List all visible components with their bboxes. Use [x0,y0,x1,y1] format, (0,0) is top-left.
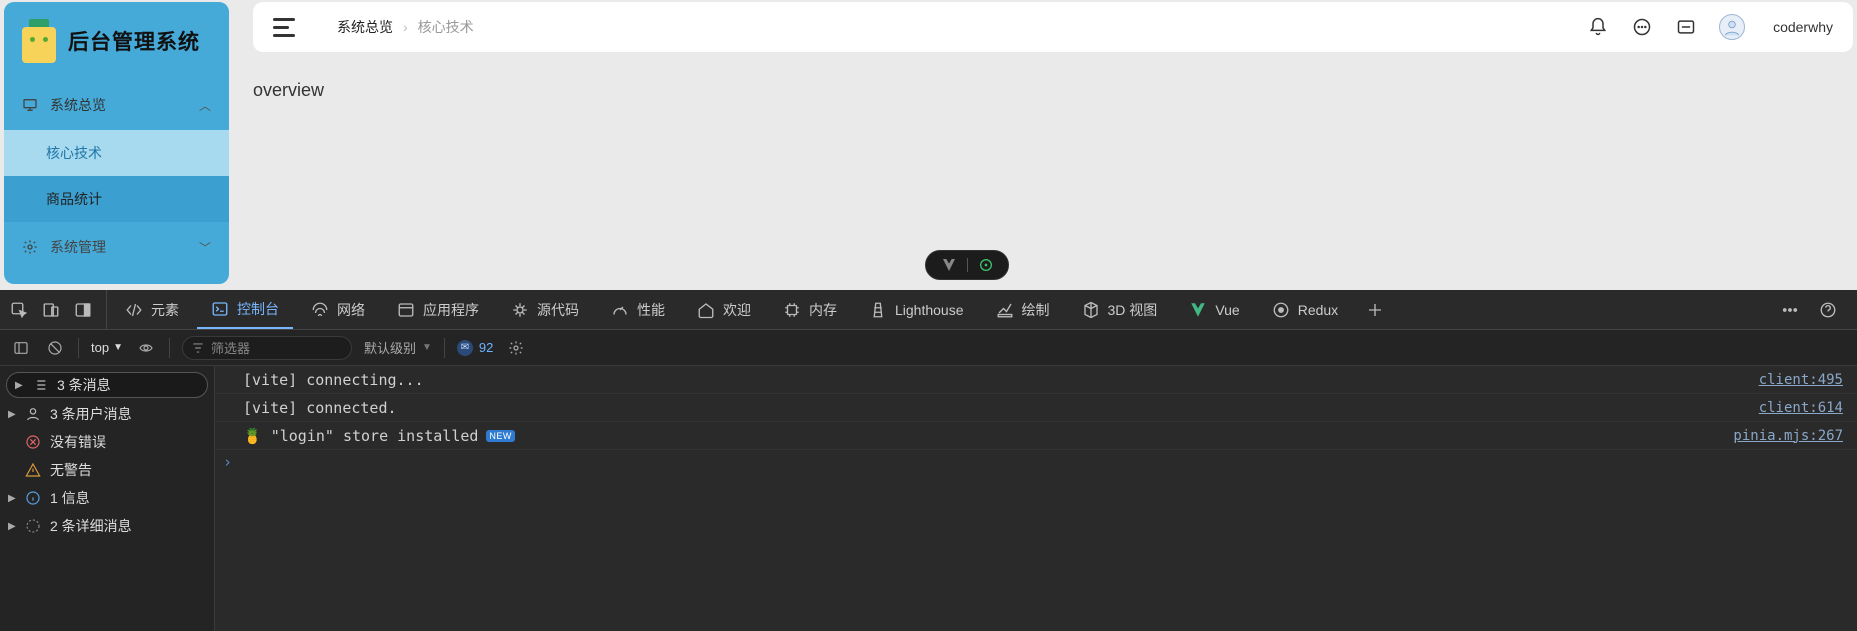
breadcrumb-current: 核心技术 [418,17,474,37]
issue-bubble-icon: ✉ [457,340,473,356]
tab-welcome[interactable]: 欢迎 [683,290,765,329]
log-source-link[interactable]: client:614 [1759,400,1843,416]
chevron-right-icon: › [403,19,408,35]
bell-icon[interactable] [1587,16,1609,38]
inspect-element-icon[interactable] [8,299,30,321]
device-toolbar-icon[interactable] [40,299,62,321]
sidebar-user-messages[interactable]: ▶ 3 条用户消息 [0,400,214,428]
vue-logo-icon [941,257,957,273]
breadcrumb-root[interactable]: 系统总览 [337,17,393,37]
topbar: 系统总览 › 核心技术 coderwhy [253,2,1853,52]
menu-item-label: 商品统计 [46,189,102,209]
more-icon[interactable] [1779,299,1801,321]
tab-application[interactable]: 应用程序 [383,290,493,329]
add-tab-icon[interactable] [1364,299,1386,321]
menu-group-label: 系统总览 [50,95,106,115]
tab-vue[interactable]: Vue [1175,290,1253,329]
menu-item-core-tech[interactable]: 核心技术 [4,130,229,176]
app-title: 后台管理系统 [68,26,200,56]
console-output[interactable]: [vite] connecting... client:495 [vite] c… [215,366,1857,631]
filter-input[interactable]: 筛选器 [182,336,352,360]
menu-item-label: 核心技术 [46,143,102,163]
inbox-icon[interactable] [1675,16,1697,38]
monitor-icon [22,97,38,113]
user-icon [24,406,42,422]
avatar[interactable] [1719,14,1745,40]
verbose-icon [24,518,42,534]
page-content: overview [253,52,1853,101]
sidebar-no-errors[interactable]: 没有错误 [0,428,214,456]
logo-icon [22,19,56,63]
list-icon [31,377,49,393]
chat-icon[interactable] [1631,16,1653,38]
sidebar: 后台管理系统 系统总览 ︿ 核心技术 商品统计 系统管理 ﹀ [4,2,229,284]
collapse-sidebar-button[interactable] [273,18,295,36]
breadcrumb: 系统总览 › 核心技术 [337,17,474,37]
tab-rendering[interactable]: 绘制 [982,290,1064,329]
tab-3dview[interactable]: 3D 视图 [1068,290,1172,329]
sidebar-verbose[interactable]: ▶ 2 条详细消息 [0,512,214,540]
sidebar-messages[interactable]: ▶ 3 条消息 [6,372,208,398]
tab-lighthouse[interactable]: Lighthouse [855,290,978,329]
error-icon [24,434,42,450]
devtools-panel: 元素 控制台 网络 应用程序 源代码 性能 欢迎 内存 [0,290,1857,631]
menu-group-label: 系统管理 [50,237,106,257]
filter-icon [191,341,205,358]
dock-side-icon[interactable] [72,299,94,321]
tab-sources[interactable]: 源代码 [497,290,593,329]
new-badge: NEW [486,430,515,442]
log-source-link[interactable]: pinia.mjs:267 [1733,428,1843,444]
console-prompt[interactable]: › [215,450,1857,474]
chevron-up-icon: ︿ [199,97,211,114]
toggle-sidebar-icon[interactable] [10,337,32,359]
context-select[interactable]: top ▼ [91,340,123,355]
live-expression-icon[interactable] [135,337,157,359]
log-line: [vite] connecting... client:495 [215,366,1857,394]
gear-icon [22,239,38,255]
logo-row: 后台管理系统 [4,2,229,80]
devtools-tabbar: 元素 控制台 网络 应用程序 源代码 性能 欢迎 内存 [0,290,1857,330]
help-icon[interactable] [1817,299,1839,321]
log-line: 🍍 "login" store installed NEW pinia.mjs:… [215,422,1857,450]
tab-console[interactable]: 控制台 [197,290,293,329]
log-level-select[interactable]: 默认级别 ▼ [364,338,432,357]
console-toolbar: top ▼ 筛选器 默认级别 ▼ ✉ 92 [0,330,1857,366]
tab-redux[interactable]: Redux [1258,290,1352,329]
chevron-down-icon: ﹀ [199,239,211,256]
menu-group-sysmgr[interactable]: 系统管理 ﹀ [4,222,229,272]
vue-devtools-badge[interactable] [925,250,1009,280]
target-icon [978,257,994,273]
console-sidebar: ▶ 3 条消息 ▶ 3 条用户消息 没有错误 无警告 ▶ [0,366,215,631]
sidebar-info[interactable]: ▶ 1 信息 [0,484,214,512]
console-settings-icon[interactable] [505,337,527,359]
tab-memory[interactable]: 内存 [769,290,851,329]
menu-group-overview[interactable]: 系统总览 ︿ [4,80,229,130]
issues-badge[interactable]: ✉ 92 [457,340,493,356]
menu-item-product-stats[interactable]: 商品统计 [4,176,229,222]
username-label[interactable]: coderwhy [1773,19,1833,35]
log-line: [vite] connected. client:614 [215,394,1857,422]
log-source-link[interactable]: client:495 [1759,372,1843,388]
clear-console-icon[interactable] [44,337,66,359]
tab-performance[interactable]: 性能 [597,290,679,329]
sidebar-no-warnings[interactable]: 无警告 [0,456,214,484]
tab-elements[interactable]: 元素 [111,290,193,329]
info-icon [24,490,42,506]
tab-network[interactable]: 网络 [297,290,379,329]
warning-icon [24,462,42,478]
